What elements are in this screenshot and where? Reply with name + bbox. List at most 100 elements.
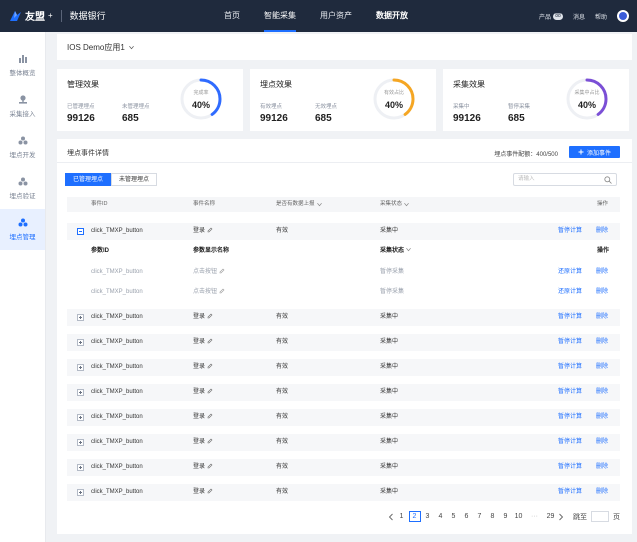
edit-icon[interactable] (207, 363, 213, 369)
brand-logo[interactable]: 友盟 + 数据银行 (8, 8, 106, 23)
add-event-button[interactable]: 添加事件 (569, 146, 620, 158)
delete-link[interactable]: 删除 (596, 384, 608, 401)
pause-calc-link[interactable]: 暂停计算 (558, 359, 582, 376)
help-link[interactable]: 帮助 (595, 12, 607, 21)
ring-chart (180, 78, 222, 120)
status-cell: 采集中 (380, 439, 399, 445)
edit-icon[interactable] (207, 227, 213, 233)
edit-icon[interactable] (207, 338, 213, 344)
page-4[interactable]: 4 (435, 511, 447, 522)
collapse-row-toggle[interactable] (77, 228, 84, 235)
sidebar-item-tracking-manage[interactable]: 埋点管理 (0, 209, 45, 250)
edit-icon[interactable] (207, 313, 213, 319)
search-input[interactable]: 请输入 (513, 173, 617, 186)
delete-link[interactable]: 删除 (596, 434, 608, 451)
app-selector[interactable]: IOS Demo应用1 (57, 34, 632, 60)
app-selector-value: IOS Demo应用1 (67, 42, 125, 52)
sidebar-item-label: 采集接入 (9, 111, 36, 118)
delete-link[interactable]: 删除 (596, 484, 608, 501)
edit-icon[interactable] (207, 388, 213, 394)
edit-icon[interactable] (207, 463, 213, 469)
expand-row-toggle[interactable] (77, 439, 84, 446)
restore-calc-link[interactable]: 还原计算 (558, 284, 582, 301)
delete-link[interactable]: 删除 (596, 409, 608, 426)
stat-managed: 已管理埋点 99126 (67, 102, 95, 124)
delete-link[interactable]: 删除 (596, 334, 608, 351)
sidebar-item-label: 整体概览 (9, 70, 36, 77)
event-quota: 埋点事件配额：400/500 (494, 152, 558, 158)
page-8[interactable]: 8 (487, 511, 499, 522)
expand-row-toggle[interactable] (77, 489, 84, 496)
edit-icon[interactable] (207, 488, 213, 494)
delete-link[interactable]: 删除 (596, 264, 608, 281)
stat-label: 无效埋点 (315, 104, 338, 110)
page-7[interactable]: 7 (474, 511, 486, 522)
page-6[interactable]: 6 (461, 511, 473, 522)
delete-link[interactable]: 删除 (596, 284, 608, 301)
page-3[interactable]: 3 (422, 511, 434, 522)
delete-link[interactable]: 删除 (596, 459, 608, 476)
page-2[interactable]: 2 (408, 511, 421, 522)
tab-managed[interactable]: 已管理埋点 (65, 173, 112, 186)
edit-icon[interactable] (219, 288, 225, 294)
chevron-left-icon[interactable] (387, 513, 395, 521)
column-header-reported[interactable]: 是否有数据上报 (276, 197, 322, 212)
pause-calc-link[interactable]: 暂停计算 (558, 409, 582, 426)
pause-calc-link[interactable]: 暂停计算 (558, 459, 582, 476)
ring-percentage: 40% (384, 100, 403, 110)
search-icon[interactable] (604, 176, 612, 184)
panel-title: 埋点事件详情 (67, 150, 109, 157)
table-row: click_TMXP_button 登录 有效 采集中 暂停计算 删除 (67, 309, 620, 326)
pause-calc-link[interactable]: 暂停计算 (558, 309, 582, 326)
event-name-text: 登录 (193, 339, 206, 345)
page-29[interactable]: 29 (545, 511, 557, 522)
nav-item-smart-collect[interactable]: 智能采集 (256, 0, 304, 32)
sidebar-item-tracking-dev[interactable]: 埋点开发 (0, 127, 45, 168)
messages-link[interactable]: 消息 (573, 12, 585, 21)
top-navigation-bar: 友盟 + 数据银行 首页 智能采集 用户资产 数据开放 产品 88 消息 帮助 (0, 0, 637, 32)
expand-row-toggle[interactable] (77, 389, 84, 396)
card-title: 管理效果 (67, 80, 99, 89)
page-5[interactable]: 5 (448, 511, 460, 522)
expand-row-toggle[interactable] (77, 364, 84, 371)
pause-calc-link[interactable]: 暂停计算 (558, 434, 582, 451)
page-ellipsis[interactable]: ··· (526, 511, 544, 522)
sidebar-item-tracking-verify[interactable]: 埋点验证 (0, 168, 45, 209)
avatar[interactable] (617, 10, 629, 22)
event-name-cell: 登录 (193, 409, 213, 426)
reported-cell: 有效 (276, 414, 289, 420)
expand-row-toggle[interactable] (77, 414, 84, 421)
sidebar-item-overview[interactable]: 整体概览 (0, 45, 45, 86)
pause-calc-link[interactable]: 暂停计算 (558, 223, 582, 240)
products-menu[interactable]: 产品 88 (539, 12, 563, 21)
delete-link[interactable]: 删除 (596, 223, 608, 240)
pause-calc-link[interactable]: 暂停计算 (558, 384, 582, 401)
page-1[interactable]: 1 (396, 511, 408, 522)
reported-cell: 有效 (276, 364, 289, 370)
expand-row-toggle[interactable] (77, 314, 84, 321)
delete-link[interactable]: 删除 (596, 309, 608, 326)
nav-item-home[interactable]: 首页 (216, 0, 248, 32)
jump-page-input[interactable] (591, 511, 609, 522)
nav-item-user-assets[interactable]: 用户资产 (312, 0, 360, 32)
tab-unmanaged[interactable]: 未管理埋点 (111, 173, 158, 186)
delete-link[interactable]: 删除 (596, 359, 608, 376)
nav-item-data-open[interactable]: 数据开放 (368, 0, 416, 32)
page-9[interactable]: 9 (500, 511, 512, 522)
edit-icon[interactable] (219, 268, 225, 274)
page-10[interactable]: 10 (513, 511, 525, 522)
collecting-ratio-ring: 采集中占比 40% (565, 77, 609, 121)
sidebar-item-collect-access[interactable]: 采集接入 (0, 86, 45, 127)
expand-row-toggle[interactable] (77, 339, 84, 346)
stat-value: 99126 (260, 113, 288, 124)
column-header-status[interactable]: 采集状态 (380, 197, 409, 212)
edit-icon[interactable] (207, 438, 213, 444)
expand-row-toggle[interactable] (77, 464, 84, 471)
sub-header-status[interactable]: 采集状态 (380, 243, 411, 260)
table-row: click_TMXP_button 登录 有效 采集中 暂停计算 删除 (67, 484, 620, 501)
restore-calc-link[interactable]: 还原计算 (558, 264, 582, 281)
pause-calc-link[interactable]: 暂停计算 (558, 484, 582, 501)
chevron-right-icon[interactable] (557, 513, 565, 521)
pause-calc-link[interactable]: 暂停计算 (558, 334, 582, 351)
edit-icon[interactable] (207, 413, 213, 419)
